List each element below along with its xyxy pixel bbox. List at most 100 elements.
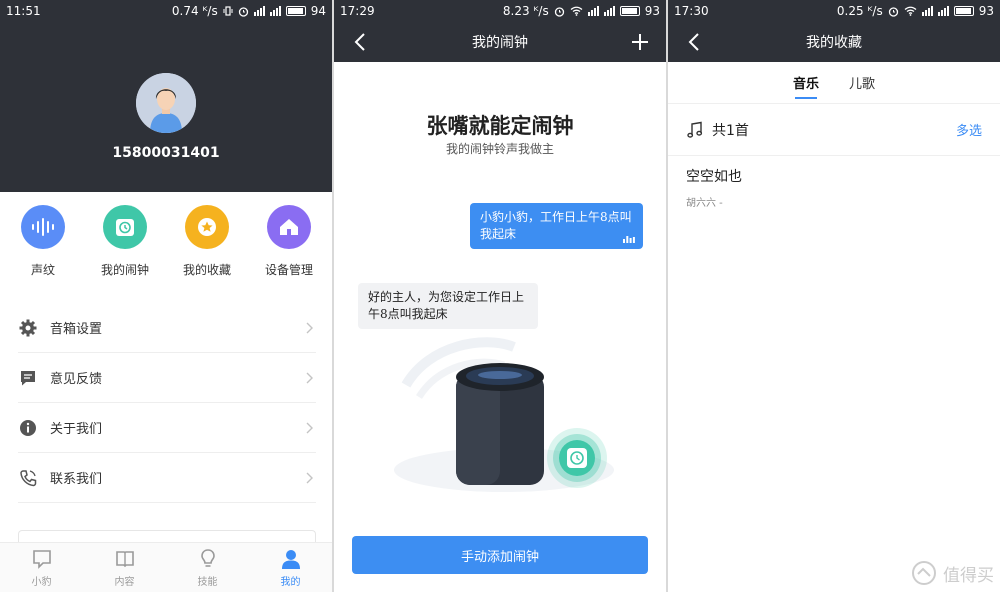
user-message-bubble: 小豹小豹，工作日上午8点叫我起床 bbox=[470, 203, 643, 249]
quick-action-voiceprint[interactable]: 声纹 bbox=[3, 205, 83, 278]
battery-level: 94 bbox=[310, 4, 326, 18]
tab-label: 内容 bbox=[114, 576, 135, 588]
voiceprint-circle bbox=[21, 205, 65, 249]
menu-item-about[interactable]: 关于我们 bbox=[18, 403, 316, 453]
status-bar: 17:29 8.23 ᴷ/s 93 bbox=[334, 0, 666, 22]
wifi-icon bbox=[570, 6, 583, 16]
network-speed: 8.23 ᴷ/s bbox=[502, 4, 549, 18]
voice-bars-icon bbox=[623, 236, 635, 243]
alarm-status-icon bbox=[888, 6, 898, 17]
bot-message-text: 好的主人，为您设定工作日上午8点叫我起床 bbox=[368, 290, 525, 321]
avatar[interactable] bbox=[136, 73, 196, 133]
network-speed: 0.25 ᴷ/s bbox=[836, 4, 883, 18]
quick-action-devices[interactable]: 设备管理 bbox=[249, 205, 329, 278]
lightbulb-icon bbox=[200, 548, 215, 567]
user-avatar-icon bbox=[136, 73, 196, 133]
menu-icon-wrap bbox=[18, 318, 38, 338]
battery-icon bbox=[619, 6, 640, 16]
gear-icon bbox=[19, 319, 37, 336]
multi-select-button[interactable]: 多选 bbox=[956, 120, 982, 139]
nav-title: 我的收藏 bbox=[806, 35, 862, 51]
hero-subtitle: 我的闹钟铃声我做主 bbox=[445, 142, 554, 156]
favorite-circle bbox=[185, 205, 229, 249]
tab-label: 我的 bbox=[280, 576, 301, 588]
nav-title: 我的闹钟 bbox=[472, 35, 528, 51]
phone-profile-screen: 11:51 0.74 ᴷ/s 94 15800031401 声纹 我的闹钟 我的… bbox=[0, 0, 332, 592]
signal-icon-2 bbox=[269, 6, 281, 16]
signal-icon-2 bbox=[937, 6, 949, 16]
phone-alarm-screen: 17:29 8.23 ᴷ/s 93 我的闹钟 张嘴就能定闹钟 我的闹钟铃声我做主 bbox=[334, 0, 666, 592]
quick-action-label: 设备管理 bbox=[264, 263, 313, 277]
home-icon bbox=[280, 219, 298, 235]
back-arrow-icon bbox=[354, 33, 365, 51]
settings-menu: 音箱设置 意见反馈 关于我们 联系我们 bbox=[18, 303, 316, 503]
battery-level: 93 bbox=[978, 4, 994, 18]
menu-item-label: 联系我们 bbox=[50, 472, 103, 487]
nav-bar: 我的闹钟 bbox=[334, 22, 666, 62]
phone-icon bbox=[20, 469, 37, 486]
screenshot-collage: 11:51 0.74 ᴷ/s 94 15800031401 声纹 我的闹钟 我的… bbox=[0, 0, 1000, 592]
watermark-text: 值得买 bbox=[943, 565, 994, 586]
manual-add-alarm-button[interactable]: 手动添加闹钟 bbox=[352, 536, 648, 574]
tab-xiaobao[interactable]: 小豹 bbox=[0, 543, 83, 592]
watermark: 值得买 bbox=[911, 560, 994, 586]
battery-icon bbox=[953, 6, 974, 16]
favorites-tabs: 音乐 儿歌 bbox=[668, 62, 1000, 104]
feedback-icon bbox=[21, 370, 35, 385]
star-icon bbox=[198, 218, 216, 236]
status-indicators: 0.74 ᴷ/s 94 bbox=[172, 4, 326, 18]
device-circle bbox=[267, 205, 311, 249]
phone-favorites-screen: 17:30 0.25 ᴷ/s 93 我的收藏 音乐 儿歌 共1首 多选 空空如也… bbox=[668, 0, 1000, 592]
alarm-circle bbox=[103, 205, 147, 249]
menu-icon-wrap bbox=[18, 418, 38, 438]
back-button[interactable] bbox=[682, 30, 706, 54]
bot-message-bubble: 好的主人，为您设定工作日上午8点叫我起床 bbox=[358, 283, 538, 329]
person-icon bbox=[281, 549, 300, 569]
battery-level: 93 bbox=[644, 4, 660, 18]
voiceprint-icon bbox=[32, 218, 54, 236]
nav-bar: 我的收藏 bbox=[668, 22, 1000, 62]
battery-icon bbox=[285, 6, 306, 16]
menu-item-label: 关于我们 bbox=[50, 422, 103, 437]
tab-music[interactable]: 音乐 bbox=[791, 69, 821, 99]
song-count-row: 共1首 多选 bbox=[668, 104, 1000, 156]
add-alarm-button[interactable] bbox=[628, 30, 652, 54]
back-button[interactable] bbox=[348, 30, 372, 54]
menu-item-speaker-settings[interactable]: 音箱设置 bbox=[18, 303, 316, 353]
chevron-right-icon bbox=[306, 320, 316, 336]
menu-item-label: 音箱设置 bbox=[50, 322, 103, 337]
back-arrow-icon bbox=[688, 33, 699, 51]
status-indicators: 0.25 ᴷ/s 93 bbox=[837, 4, 994, 18]
alarm-status-icon bbox=[238, 6, 248, 17]
smart-speaker-illustration bbox=[394, 337, 614, 492]
tab-mine[interactable]: 我的 bbox=[249, 543, 332, 592]
menu-icon-wrap bbox=[18, 368, 38, 388]
bottom-tab-bar: 小豹 内容 技能 我的 bbox=[0, 542, 332, 592]
chevron-right-icon bbox=[306, 370, 316, 386]
tab-label: 小豹 bbox=[31, 576, 52, 588]
tab-content[interactable]: 内容 bbox=[83, 543, 166, 592]
quick-action-label: 声纹 bbox=[30, 263, 55, 277]
phone-number: 15800031401 bbox=[112, 145, 220, 161]
signal-icon bbox=[253, 6, 265, 16]
signal-icon-2 bbox=[603, 6, 615, 16]
chevron-right-icon bbox=[306, 470, 316, 486]
menu-icon-wrap bbox=[18, 468, 38, 488]
tab-children-songs[interactable]: 儿歌 bbox=[847, 69, 877, 96]
quick-action-label: 我的闹钟 bbox=[100, 263, 149, 277]
plus-icon bbox=[632, 34, 648, 50]
status-bar: 17:30 0.25 ᴷ/s 93 bbox=[668, 0, 1000, 22]
user-message-text: 小豹小豹，工作日上午8点叫我起床 bbox=[480, 210, 632, 241]
music-note-icon bbox=[687, 121, 703, 138]
signal-icon bbox=[921, 6, 933, 16]
tab-skills[interactable]: 技能 bbox=[166, 543, 249, 592]
quick-action-alarm[interactable]: 我的闹钟 bbox=[85, 205, 165, 278]
status-time: 17:30 bbox=[674, 4, 709, 18]
menu-item-contact[interactable]: 联系我们 bbox=[18, 453, 316, 503]
alarm-clock-icon bbox=[116, 219, 134, 236]
wifi-icon bbox=[904, 6, 917, 16]
list-item[interactable]: 空空如也 胡六六 - bbox=[686, 166, 982, 209]
quick-action-favorites[interactable]: 我的收藏 bbox=[167, 205, 247, 278]
vibrate-icon bbox=[223, 6, 233, 16]
menu-item-feedback[interactable]: 意见反馈 bbox=[18, 353, 316, 403]
